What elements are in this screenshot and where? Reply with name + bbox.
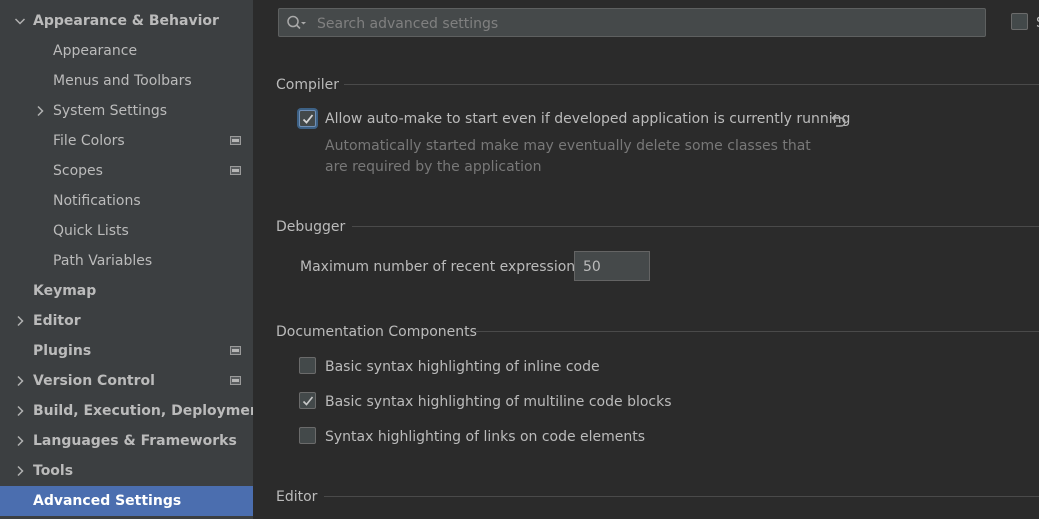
multiline-code-highlight-checkbox[interactable] <box>299 392 316 409</box>
sidebar-item-label: Keymap <box>33 283 97 299</box>
sidebar-item-scopes[interactable]: Scopes <box>0 156 253 186</box>
section-divider <box>344 84 1039 85</box>
sidebar-item-file-colors[interactable]: File Colors <box>0 126 253 156</box>
code-links-highlight-checkbox[interactable] <box>299 427 316 444</box>
sidebar-item-label: System Settings <box>53 103 168 119</box>
max-recent-expressions-input[interactable]: 50 <box>574 251 650 281</box>
project-level-icon <box>230 136 241 145</box>
allow-auto-make-hint-line1: Automatically started make may eventuall… <box>325 138 811 154</box>
chevron-right-icon[interactable] <box>33 104 47 118</box>
sidebar-item-label: Languages & Frameworks <box>33 433 237 449</box>
top-right-checkbox[interactable] <box>1011 13 1028 30</box>
allow-auto-make-checkbox[interactable] <box>299 110 316 127</box>
sidebar-item-label: Editor <box>33 313 81 329</box>
allow-auto-make-hint-line2: are required by the application <box>325 159 542 175</box>
sidebar-item-editor[interactable]: Editor <box>0 306 253 336</box>
settings-sidebar: Appearance & Behavior Appearance Menus and… <box>0 0 267 519</box>
reset-default-icon[interactable] <box>830 112 846 128</box>
sidebar-item-label: Plugins <box>33 343 92 359</box>
sidebar-item-label: Advanced Settings <box>33 493 182 509</box>
sidebar-item-label: Tools <box>33 463 74 479</box>
sidebar-item-label: Notifications <box>53 193 141 209</box>
sidebar-item-tools[interactable]: Tools <box>0 456 253 486</box>
section-title-editor: Editor <box>276 489 318 505</box>
chevron-right-icon[interactable] <box>13 314 27 328</box>
sidebar-item-languages-frameworks[interactable]: Languages & Frameworks <box>0 426 253 456</box>
checkmark-icon <box>302 114 314 124</box>
sidebar-item-quick-lists[interactable]: Quick Lists <box>0 216 253 246</box>
project-level-icon <box>230 166 241 175</box>
sidebar-item-label: Path Variables <box>53 253 153 269</box>
chevron-right-icon[interactable] <box>13 374 27 388</box>
chevron-right-icon[interactable] <box>13 404 27 418</box>
max-recent-expressions-value: 50 <box>583 259 601 275</box>
section-divider <box>324 496 1039 497</box>
search-icon <box>287 15 306 30</box>
section-title-documentation: Documentation Components <box>276 324 477 340</box>
section-title-debugger: Debugger <box>276 219 346 235</box>
sidebar-item-label: Menus and Toolbars <box>53 73 192 89</box>
project-level-icon <box>230 346 241 355</box>
sidebar-item-label: Version Control <box>33 373 155 389</box>
sidebar-item-label: File Colors <box>53 133 125 149</box>
chevron-down-icon[interactable] <box>13 14 27 28</box>
sidebar-item-plugins[interactable]: Plugins <box>0 336 253 366</box>
sidebar-item-label: Appearance & Behavior <box>33 13 219 29</box>
chevron-right-icon[interactable] <box>13 434 27 448</box>
sidebar-item-system-settings[interactable]: System Settings <box>0 96 253 126</box>
sidebar-item-notifications[interactable]: Notifications <box>0 186 253 216</box>
inline-code-highlight-checkbox[interactable] <box>299 357 316 374</box>
code-links-highlight-label: Syntax highlighting of links on code ele… <box>325 429 646 445</box>
search-field[interactable]: Search advanced settings <box>278 8 986 37</box>
sidebar-item-version-control[interactable]: Version Control <box>0 366 253 396</box>
sidebar-item-path-variables[interactable]: Path Variables <box>0 246 253 276</box>
sidebar-item-appearance-behavior[interactable]: Appearance & Behavior <box>0 6 253 36</box>
chevron-right-icon[interactable] <box>13 464 27 478</box>
allow-auto-make-label: Allow auto-make to start even if develop… <box>325 111 851 127</box>
sidebar-item-label: Appearance <box>53 43 138 59</box>
sidebar-item-appearance[interactable]: Appearance <box>0 36 253 66</box>
sidebar-item-label: Scopes <box>53 163 103 179</box>
section-divider <box>476 331 1039 332</box>
section-divider <box>352 226 1039 227</box>
inline-code-highlight-label: Basic syntax highlighting of inline code <box>325 359 600 375</box>
sidebar-item-label: Build, Execution, Deployment <box>33 403 267 419</box>
sidebar-item-advanced-settings[interactable]: Advanced Settings <box>0 486 253 516</box>
search-placeholder: Search advanced settings <box>317 16 499 32</box>
multiline-code-highlight-label: Basic syntax highlighting of multiline c… <box>325 394 672 410</box>
max-recent-expressions-label: Maximum number of recent expressions: <box>300 259 588 275</box>
sidebar-item-keymap[interactable]: Keymap <box>0 276 253 306</box>
sidebar-item-label: Quick Lists <box>53 223 129 239</box>
section-title-compiler: Compiler <box>276 77 340 93</box>
project-level-icon <box>230 376 241 385</box>
checkmark-icon <box>302 396 314 406</box>
sidebar-item-build-execution-deployment[interactable]: Build, Execution, Deployment <box>0 396 267 426</box>
sidebar-item-menus-and-toolbars[interactable]: Menus and Toolbars <box>0 66 253 96</box>
